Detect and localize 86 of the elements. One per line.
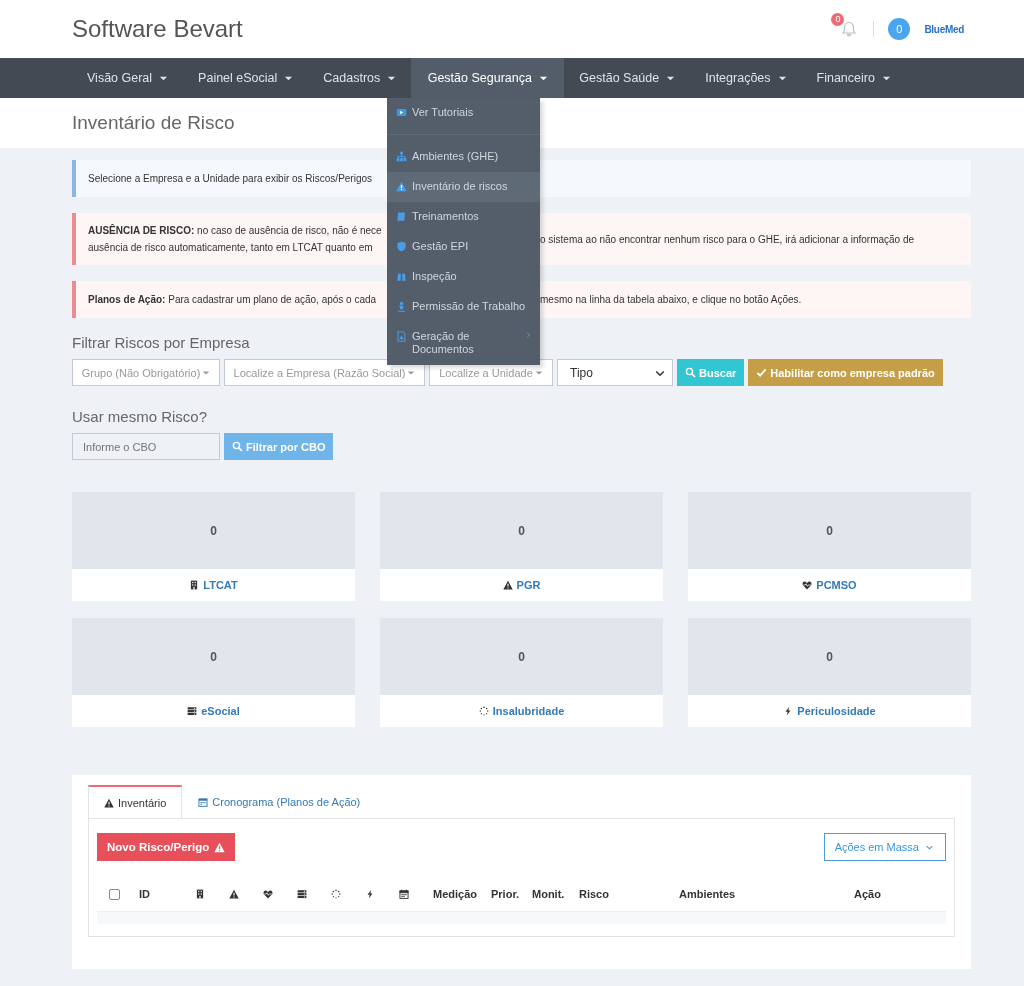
column-header: Medição [433, 888, 478, 900]
building-icon [189, 580, 200, 590]
card-link[interactable]: Periculosidade [797, 705, 876, 717]
warning-icon [214, 841, 226, 853]
nav-menu-item[interactable]: Gestão Saúde [564, 58, 691, 98]
card-link[interactable]: PCMSO [816, 579, 857, 591]
bell-icon [841, 21, 858, 37]
count-value: 0 [518, 649, 525, 664]
calendar-icon [399, 889, 409, 899]
alert-text: mesmo na linha da tabela abaixo, e clique no botão Ações. [540, 293, 802, 307]
nav-menu-item[interactable]: Visão Geral [72, 58, 184, 98]
warn-icon [502, 580, 513, 590]
column-header: ID [139, 888, 151, 900]
count-value: 0 [210, 523, 217, 538]
count-value: 0 [826, 649, 833, 664]
section-heading: Filtrar Riscos por Empresa [72, 334, 250, 351]
shield-icon [396, 241, 407, 252]
calendar-icon [198, 797, 209, 807]
logo: BlueMed [924, 23, 964, 35]
card-link[interactable]: LTCAT [203, 579, 238, 591]
binoculars-icon [396, 271, 407, 282]
alert-text: o sistema ao não encontrar nenhum risco para o GHE, irá adicionar a informação de [540, 232, 915, 247]
app-title: Software Bevart [72, 15, 243, 43]
page-title: Inventário de Risco [72, 112, 235, 134]
section-heading: Usar mesmo Risco? [72, 408, 208, 425]
column-header: Ação [854, 888, 881, 900]
default-company-button[interactable]: Habilitar como empresa padrão [748, 359, 943, 386]
sitemap-icon [396, 151, 407, 162]
menu-item[interactable]: Treinamentos [387, 202, 540, 232]
cbo-input-field[interactable]: Informe o CBO [72, 433, 220, 460]
menu-item[interactable]: Inventário de riscos [387, 172, 540, 202]
count-value: 0 [518, 523, 525, 538]
column-header: Ambientes [679, 888, 737, 900]
alert-text: Selecione a Empresa e a Unidade para exibir os Riscos/Perigos [88, 172, 374, 186]
server-icon [297, 889, 307, 899]
count-value: 0 [210, 649, 217, 664]
book-icon [396, 211, 407, 222]
menu-item[interactable]: Permissão de Trabalho [387, 292, 540, 322]
heart-icon [802, 580, 813, 590]
caret-icon [202, 368, 211, 377]
person-icon [396, 301, 407, 312]
card-link[interactable]: Insalubridade [492, 705, 565, 717]
card-link[interactable]: eSocial [201, 705, 240, 717]
warning-icon [396, 181, 407, 192]
caret-icon [534, 368, 543, 377]
alert-text: ausência de risco automaticamente, tanto em LTCAT quanto em [88, 241, 374, 255]
dropdown-field[interactable]: Localize a Empresa (Razão Social) [224, 359, 425, 386]
nav-menu-item[interactable]: Financeiro [801, 58, 906, 98]
card-link[interactable]: PGR [516, 579, 541, 591]
warn-icon [229, 889, 239, 899]
new-risk-button[interactable]: Novo Risco/Perigo [97, 833, 236, 861]
tab[interactable]: Inventário [88, 785, 183, 819]
document-icon [396, 331, 407, 342]
nav-menu-item[interactable]: Painel eSocial [183, 58, 309, 98]
user-badge[interactable]: 0 [888, 18, 911, 40]
spinner-icon [478, 706, 489, 716]
notification-badge: 0 [831, 13, 845, 26]
spinner-icon [331, 889, 341, 899]
nav-menu-item[interactable]: Integrações [690, 58, 802, 98]
alert-text: AUSÊNCIA DE RISCO: no caso de ausência de risco, não é nece [88, 223, 383, 238]
search-icon [685, 367, 696, 378]
column-header: Prior. [491, 888, 521, 900]
tab[interactable]: Cronograma (Planos de Ação) [182, 785, 377, 819]
menu-item[interactable]: Inspeção [387, 262, 540, 292]
select-all-checkbox[interactable] [109, 888, 120, 900]
menu-item[interactable]: Gestão EPI [387, 232, 540, 262]
check-icon [756, 367, 768, 378]
nav-menu-item[interactable]: Cadastros [308, 58, 412, 98]
video-icon [396, 107, 407, 118]
server-icon [187, 706, 198, 716]
building-icon [195, 889, 205, 899]
menu-item[interactable]: Ambientes (GHE) [387, 142, 540, 172]
caret-icon [407, 368, 416, 377]
dropdown-field[interactable]: Grupo (Não Obrigatório) [72, 359, 220, 386]
menu-item[interactable]: Ver Tutoriais [387, 98, 540, 128]
count-value: 0 [826, 523, 833, 538]
alert-text: Planos de Ação: Para cadastrar um plano de ação, após o cada [88, 293, 378, 307]
column-header: Monit. [532, 888, 566, 900]
warning-icon [104, 797, 114, 808]
bulk-actions-button[interactable]: Ações em Massa [823, 833, 946, 861]
heart-icon [263, 889, 273, 899]
column-header: Risco [579, 888, 610, 900]
search-icon [232, 441, 243, 452]
type-select[interactable]: Tipo [557, 359, 673, 386]
bolt-icon [365, 889, 375, 899]
nav-menu-item[interactable]: Gestão Segurança [411, 58, 565, 98]
